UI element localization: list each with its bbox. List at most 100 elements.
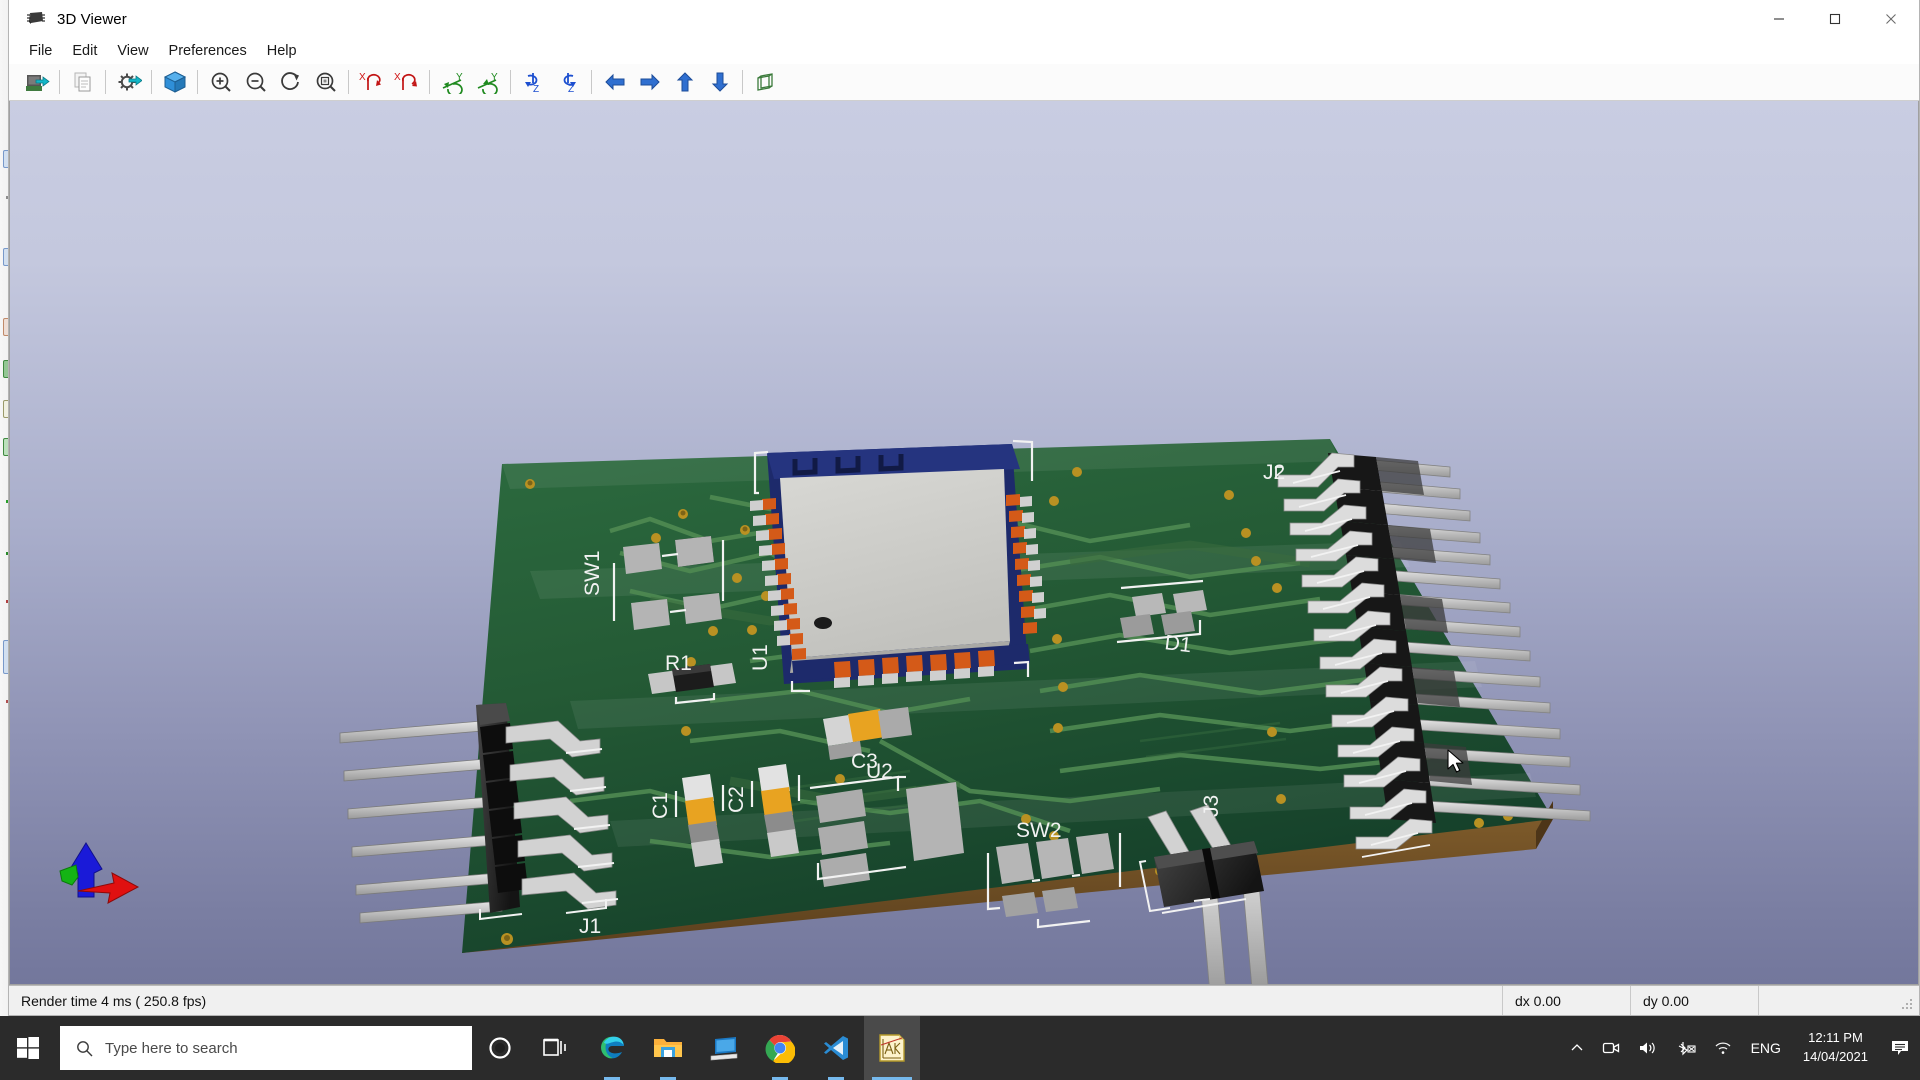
resize-grip-icon[interactable] bbox=[1902, 999, 1914, 1011]
toolbar: X X Y Y Z Z bbox=[9, 64, 1919, 101]
toolbar-separator bbox=[151, 70, 152, 94]
refdes-c2: C2 bbox=[725, 786, 748, 813]
show-hidden-icons-button[interactable] bbox=[1561, 1016, 1593, 1080]
toolbar-separator bbox=[348, 70, 349, 94]
taskbar-cortana[interactable] bbox=[472, 1016, 528, 1080]
menubar: File Edit View Preferences Help bbox=[9, 38, 1919, 64]
system-tray: ENG 12:11 PM 14/04/2021 bbox=[1561, 1016, 1920, 1080]
taskbar-kicad[interactable] bbox=[864, 1016, 920, 1080]
render-time-status: Render time 4 ms ( 250.8 fps) bbox=[9, 986, 1503, 1015]
zoom-fit-button[interactable] bbox=[308, 66, 343, 99]
task-view-icon bbox=[543, 1038, 566, 1056]
speaker-icon bbox=[1639, 1042, 1655, 1054]
menu-file[interactable]: File bbox=[19, 40, 62, 62]
file-explorer-icon bbox=[654, 1039, 682, 1057]
axis-indicator bbox=[50, 829, 160, 929]
toggle-orthographic-button[interactable] bbox=[748, 66, 783, 99]
chevron-up-icon bbox=[1571, 1044, 1583, 1051]
3d-viewport[interactable]: SW1 R1 U1 D1 C1 C2 C3 U2 SW2 J1 J2 J3 bbox=[9, 101, 1919, 985]
taskbar-task-view[interactable] bbox=[528, 1016, 584, 1080]
search-input[interactable]: Type here to search bbox=[60, 1026, 472, 1070]
maximize-button[interactable] bbox=[1807, 0, 1863, 38]
svg-text:Z: Z bbox=[568, 84, 574, 94]
window-title: 3D Viewer bbox=[57, 10, 127, 28]
taskbar-google-chrome[interactable] bbox=[752, 1016, 808, 1080]
zoom-in-button[interactable] bbox=[203, 66, 238, 99]
toolbar-separator bbox=[510, 70, 511, 94]
rotate-x-counterclockwise-button[interactable]: X bbox=[389, 66, 424, 99]
3d-viewer-window: 3D Viewer File Edit View Preferences Hel… bbox=[8, 0, 1920, 1016]
remote-desktop-icon bbox=[710, 1037, 738, 1061]
menu-help[interactable]: Help bbox=[257, 40, 307, 62]
move-left-button[interactable] bbox=[597, 66, 632, 99]
move-down-button[interactable] bbox=[702, 66, 737, 99]
wifi-icon bbox=[1715, 1042, 1731, 1054]
move-right-button[interactable] bbox=[632, 66, 667, 99]
tray-language[interactable]: ENG bbox=[1741, 1040, 1791, 1056]
svg-text:Z: Z bbox=[533, 84, 539, 94]
start-button[interactable] bbox=[0, 1016, 56, 1080]
refdes-j1: J1 bbox=[579, 915, 601, 938]
close-button[interactable] bbox=[1863, 0, 1919, 38]
refdes-u1: U1 bbox=[749, 644, 772, 671]
move-up-button[interactable] bbox=[667, 66, 702, 99]
windows-logo-icon bbox=[17, 1037, 39, 1059]
toolbar-separator bbox=[105, 70, 106, 94]
zoom-out-button[interactable] bbox=[238, 66, 273, 99]
tray-bluetooth-icon[interactable] bbox=[1667, 1016, 1705, 1080]
camera-icon bbox=[1602, 1042, 1619, 1054]
bluetooth-off-icon bbox=[1678, 1042, 1696, 1056]
svg-text:X: X bbox=[394, 72, 401, 83]
taskbar-microsoft-edge[interactable] bbox=[584, 1016, 640, 1080]
svg-text:X: X bbox=[359, 72, 366, 83]
taskbar-file-explorer[interactable] bbox=[640, 1016, 696, 1080]
export-current-view-button[interactable] bbox=[19, 66, 54, 99]
refdes-sw2: SW2 bbox=[1016, 819, 1062, 842]
reload-board-button[interactable] bbox=[157, 66, 192, 99]
3d-render-surface[interactable]: SW1 R1 U1 D1 C1 C2 C3 U2 SW2 J1 J2 J3 bbox=[10, 101, 1918, 984]
toolbar-separator bbox=[197, 70, 198, 94]
dy-status: dy 0.00 bbox=[1631, 986, 1759, 1015]
refdes-j2: J2 bbox=[1263, 461, 1285, 484]
tray-camera-icon[interactable] bbox=[1593, 1016, 1629, 1080]
rotate-z-clockwise-button[interactable]: Z bbox=[516, 66, 551, 99]
chrome-icon bbox=[765, 1034, 795, 1063]
action-center-button[interactable] bbox=[1880, 1016, 1920, 1080]
toolbar-separator bbox=[742, 70, 743, 94]
cortana-icon bbox=[489, 1037, 511, 1059]
toolbar-separator bbox=[429, 70, 430, 94]
copy-to-clipboard-button[interactable] bbox=[65, 66, 100, 99]
minimize-button[interactable] bbox=[1751, 0, 1807, 38]
menu-view[interactable]: View bbox=[107, 40, 158, 62]
rotate-z-counterclockwise-button[interactable]: Z bbox=[551, 66, 586, 99]
pcb-3d-model: SW1 R1 U1 D1 C1 C2 C3 U2 SW2 J1 J2 J3 bbox=[339, 439, 1591, 984]
notifications-icon bbox=[1892, 1041, 1908, 1055]
search-icon bbox=[77, 1040, 93, 1056]
menu-preferences[interactable]: Preferences bbox=[159, 40, 257, 62]
statusbar: Render time 4 ms ( 250.8 fps) dx 0.00 dy… bbox=[9, 985, 1919, 1015]
taskbar-remote-desktop[interactable] bbox=[696, 1016, 752, 1080]
dx-status: dx 0.00 bbox=[1503, 986, 1631, 1015]
taskbar-clock[interactable]: 12:11 PM 14/04/2021 bbox=[1791, 1016, 1880, 1080]
rotate-y-counterclockwise-button[interactable]: Y bbox=[470, 66, 505, 99]
render-options-button[interactable] bbox=[111, 66, 146, 99]
menu-edit[interactable]: Edit bbox=[62, 40, 107, 62]
refdes-r1: R1 bbox=[665, 652, 692, 675]
chip-icon bbox=[25, 9, 47, 29]
tray-volume-icon[interactable] bbox=[1629, 1016, 1667, 1080]
rotate-y-clockwise-button[interactable]: Y bbox=[435, 66, 470, 99]
taskbar-vs-code[interactable] bbox=[808, 1016, 864, 1080]
refdes-u2: U2 bbox=[866, 760, 893, 783]
mouse-pointer bbox=[1447, 749, 1467, 777]
redraw-view-button[interactable] bbox=[273, 66, 308, 99]
window-titlebar[interactable]: 3D Viewer bbox=[9, 0, 1919, 38]
rotate-x-clockwise-button[interactable]: X bbox=[354, 66, 389, 99]
refdes-c1: C1 bbox=[649, 792, 672, 819]
statusbar-resize-area[interactable] bbox=[1759, 986, 1919, 1015]
tray-network-icon[interactable] bbox=[1705, 1016, 1741, 1080]
taskbar: Type here to search ENG 12:11 PM 14/04/2… bbox=[0, 1016, 1920, 1080]
refdes-d1: D1 bbox=[1163, 631, 1192, 657]
toolbar-separator bbox=[59, 70, 60, 94]
clock-date: 14/04/2021 bbox=[1802, 1049, 1868, 1064]
window-controls bbox=[1751, 0, 1919, 38]
